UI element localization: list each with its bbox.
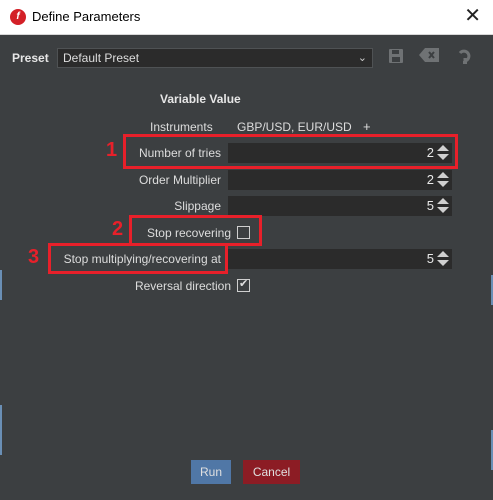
title-bar: f Define Parameters ✕: [0, 0, 493, 35]
window-title: Define Parameters: [32, 9, 141, 24]
instruments-value[interactable]: GBP/USD, EUR/USD: [237, 120, 352, 134]
highlight-box: [129, 215, 262, 246]
spinner-icon[interactable]: [437, 172, 449, 188]
app-logo-icon: f: [10, 9, 26, 25]
preset-dropdown[interactable]: Default Preset ⌄: [57, 48, 373, 68]
annotation-number: 3: [28, 246, 40, 268]
multiplier-label: Order Multiplier: [138, 173, 221, 187]
annotation-number: 1: [106, 139, 118, 161]
background-edge: [0, 405, 2, 455]
delete-icon[interactable]: [419, 48, 439, 68]
slippage-value: 5: [426, 198, 434, 213]
preset-label: Preset: [12, 51, 49, 65]
multiplier-value: 2: [426, 172, 434, 187]
dialog-body: Preset Default Preset ⌄ Variable Value I…: [0, 35, 493, 500]
chevron-down-icon: ⌄: [357, 52, 367, 64]
preset-value: Default Preset: [63, 51, 140, 65]
slippage-stepper[interactable]: 5: [228, 196, 452, 216]
annotation-number: 2: [112, 218, 124, 240]
run-button[interactable]: Run: [191, 460, 231, 484]
slippage-label: Slippage: [174, 199, 221, 213]
close-icon[interactable]: ✕: [464, 5, 481, 27]
highlight-box: [48, 243, 228, 274]
stop-multiplying-stepper[interactable]: 5: [228, 249, 452, 269]
reset-icon[interactable]: [455, 48, 475, 68]
background-edge: [0, 270, 2, 300]
add-instrument-button[interactable]: +: [363, 119, 371, 134]
spinner-icon[interactable]: [437, 198, 449, 214]
highlight-box: [123, 134, 458, 169]
instruments-label: Instruments: [150, 120, 213, 134]
reversal-label: Reversal direction: [134, 279, 231, 293]
column-header: Variable Value: [160, 92, 241, 106]
spinner-icon[interactable]: [437, 251, 449, 267]
cancel-button[interactable]: Cancel: [243, 460, 300, 484]
save-icon[interactable]: [386, 48, 406, 68]
checkmark-icon: ✔: [239, 278, 249, 290]
stop-multiplying-value: 5: [426, 251, 434, 266]
multiplier-stepper[interactable]: 2: [228, 170, 452, 190]
reversal-checkbox[interactable]: ✔: [237, 278, 250, 292]
